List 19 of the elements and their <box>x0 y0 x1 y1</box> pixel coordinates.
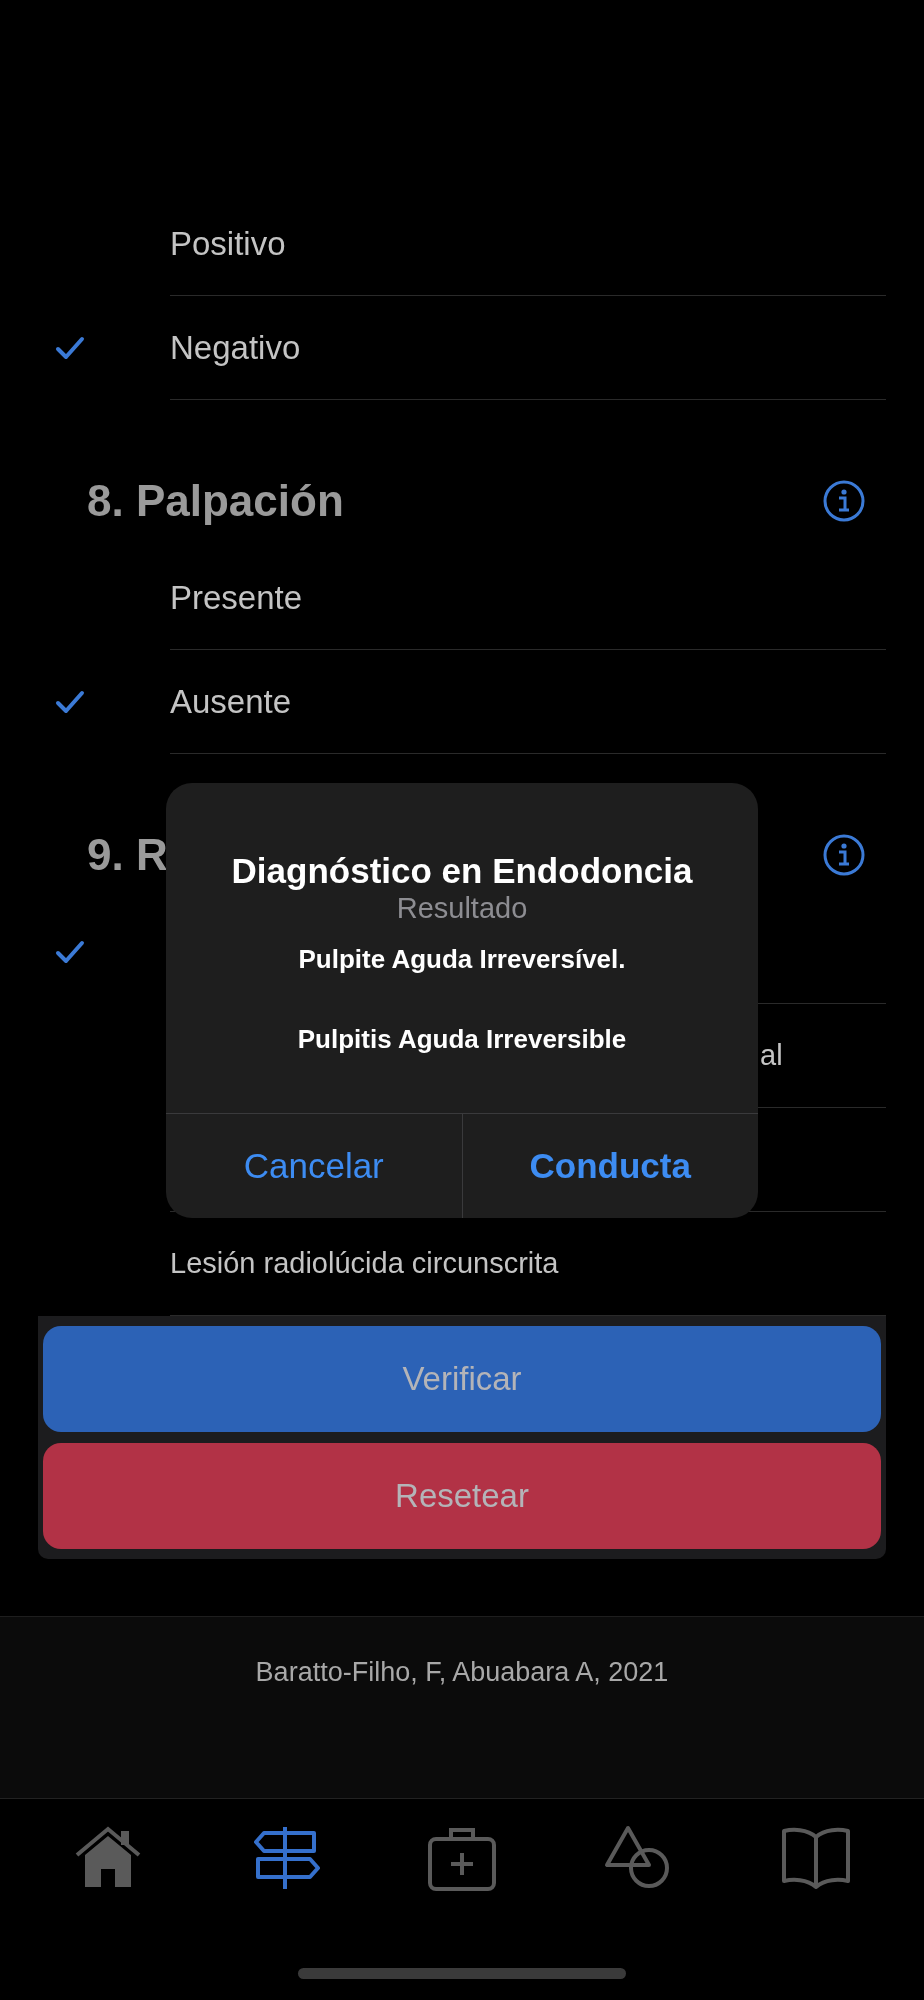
option-label[interactable]: Positivo <box>170 224 286 263</box>
section-title: 9. R <box>87 830 168 880</box>
option-label[interactable]: Ausente <box>170 682 292 721</box>
option-label[interactable]: Negativo <box>170 328 301 367</box>
section-title: 8. Palpación <box>87 476 344 526</box>
info-icon[interactable] <box>822 833 866 877</box>
dialog-title: Diagnóstico en Endodoncia <box>230 851 694 891</box>
option-label[interactable]: al <box>760 1039 783 1072</box>
cancel-button[interactable]: Cancelar <box>166 1114 462 1218</box>
book-icon[interactable] <box>780 1825 851 1889</box>
conduct-button[interactable]: Conducta <box>461 1114 758 1218</box>
dialog-subtitle: Resultado <box>395 892 529 925</box>
info-icon[interactable] <box>822 479 866 523</box>
dialog-message: Pulpite Aguda Irreversível. <box>297 943 627 975</box>
option-label[interactable]: Lesión radiolúcida circunscrita <box>170 1247 559 1280</box>
dialog-message: Pulpitis Aguda Irreversible <box>296 1023 628 1055</box>
credit-text: Baratto-Filho, F, Abuabara A, 2021 <box>255 1657 669 1689</box>
option-label[interactable]: Presente <box>170 578 303 617</box>
medical-kit-icon[interactable] <box>427 1825 497 1891</box>
